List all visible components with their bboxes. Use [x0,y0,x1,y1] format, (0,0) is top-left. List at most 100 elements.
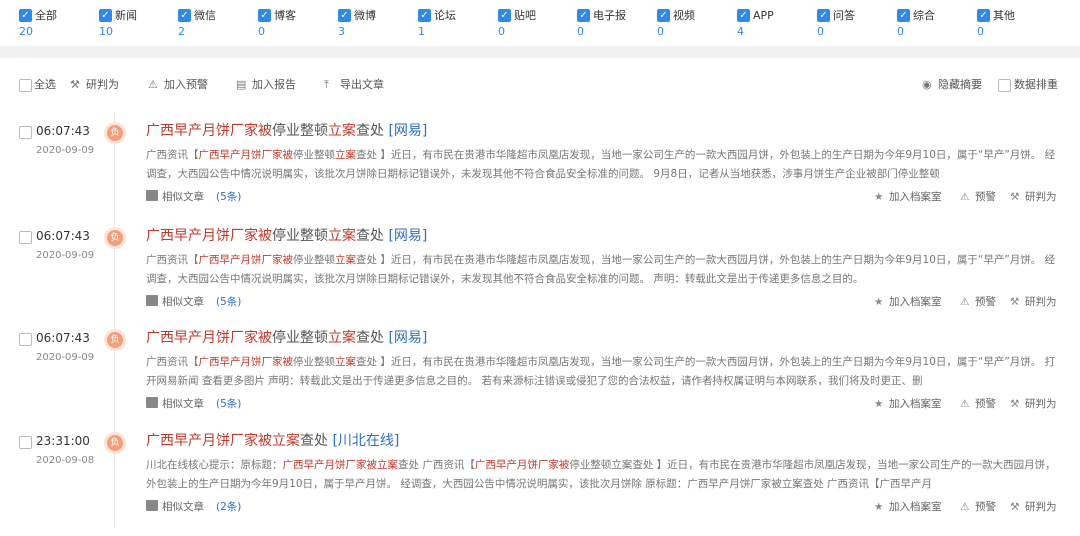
add-archive-label: 加入档案室 [889,191,942,203]
filter-tieba[interactable]: ✓ 贴吧 0 [498,8,578,38]
document-icon [146,190,158,201]
title-part: 广西早产月饼厂家被 [146,330,272,346]
judge-label: 研判为 [1025,501,1057,513]
warning-button[interactable]: ⚠ 预警 [960,396,996,411]
warning-button[interactable]: ⚠ 预警 [960,294,996,309]
checked-icon[interactable]: ✓ [498,9,511,22]
hide-summary-button[interactable]: ◉ 隐藏摘要 [922,78,982,92]
filter-count: 4 [737,25,744,38]
star-icon: ★ [874,501,884,513]
export-button[interactable]: ⤒ 导出文章 [324,78,384,92]
article-footer: 相似文章 (5条) ★ 加入档案室 ⚠ 预警 ⚒ 研判为 [146,396,1060,412]
summary-keyword: 立案 [335,254,356,266]
filter-epaper[interactable]: ✓ 电子报 0 [577,8,657,38]
similar-articles-link[interactable]: 相似文章 (5条) [146,396,241,411]
filter-blog[interactable]: ✓ 博客 0 [258,8,338,38]
article-date: 2020-09-08 [36,455,95,466]
filter-qa[interactable]: ✓ 问答 0 [817,8,897,38]
article-title-link[interactable]: 广西早产月饼厂家被停业整顿立案查处 [网易] [146,329,427,347]
title-part: 停业整顿 [272,228,328,244]
checked-icon[interactable]: ✓ [99,9,112,22]
filter-count: 1 [418,25,425,38]
title-part: 查处 [300,433,328,449]
title-part: 立案 [272,433,300,449]
article-title-link[interactable]: 广西早产月饼厂家被停业整顿立案查处 [网易] [146,122,427,140]
judge-button[interactable]: ⚒ 研判为 [1010,294,1057,309]
checked-icon[interactable]: ✓ [338,9,351,22]
star-icon: ★ [874,398,884,410]
upload-icon: ⤒ [324,78,329,91]
similar-count: (5条) [216,191,242,203]
filter-other[interactable]: ✓ 其他 0 [977,8,1057,38]
filter-label: 电子报 [593,9,626,22]
filter-news[interactable]: ✓ 新闻 10 [99,8,179,38]
filter-app[interactable]: ✓ APP 4 [737,8,817,38]
bulk-toolbar: 全选 ⚒ 研判为 ⚠ 加入预警 ▤ 加入报告 ⤒ 导出文章 ◉ 隐藏摘要 数据排重 [0,72,1080,100]
checked-icon[interactable]: ✓ [418,9,431,22]
checked-icon[interactable]: ✓ [817,9,830,22]
hammer-icon: ⚒ [70,78,80,91]
add-archive-button[interactable]: ★ 加入档案室 [874,294,942,309]
summary-part: 广西资讯【 [146,149,199,161]
checked-icon[interactable]: ✓ [657,9,670,22]
checked-icon[interactable]: ✓ [577,9,590,22]
similar-articles-link[interactable]: 相似文章 (5条) [146,294,241,309]
similar-count: (5条) [216,398,242,410]
checked-icon[interactable]: ✓ [737,9,750,22]
warning-button[interactable]: ⚠ 预警 [960,189,996,204]
data-sort-checkbox[interactable] [998,79,1011,92]
summary-keyword: 广西早产月饼厂家被 [198,356,294,368]
add-archive-button[interactable]: ★ 加入档案室 [874,189,942,204]
filter-label: 论坛 [434,9,456,22]
filter-label: 视频 [673,9,695,22]
summary-part: 查处 广西资讯【 [398,459,475,471]
judge-button[interactable]: ⚒ 研判为 [1010,499,1057,514]
article-time: 23:31:00 [36,434,90,448]
article-summary: 广西资讯【广西早产月饼厂家被停业整顿立案查处 】近日，有市民在贵港市华隆超市凤凰… [146,251,1060,289]
hammer-icon: ⚒ [1010,501,1020,513]
alarm-icon: ⚠ [960,398,970,410]
add-report-button[interactable]: ▤ 加入报告 [236,78,296,92]
add-archive-button[interactable]: ★ 加入档案室 [874,396,942,411]
article-title-link[interactable]: 广西早产月饼厂家被立案查处 [川北在线] [146,432,399,450]
filter-count: 0 [258,25,265,38]
hammer-icon: ⚒ [1010,191,1020,203]
checked-icon[interactable]: ✓ [178,9,191,22]
judge-button[interactable]: ⚒ 研判为 [1010,189,1057,204]
filter-all[interactable]: ✓ 全部 20 [19,8,99,38]
document-icon [146,500,158,511]
alarm-icon: ⚠ [960,296,970,308]
checked-icon[interactable]: ✓ [897,9,910,22]
filter-weibo[interactable]: ✓ 微博 3 [338,8,418,38]
select-all-checkbox[interactable] [19,79,32,92]
summary-keyword: 广西早产月饼厂家被 [198,254,294,266]
summary-keyword: 广西早产月饼厂家被立案 [282,459,399,471]
add-report-label: 加入报告 [252,78,296,91]
article-title-link[interactable]: 广西早产月饼厂家被停业整顿立案查处 [网易] [146,227,427,245]
article-checkbox[interactable] [19,333,32,346]
report-icon: ▤ [236,78,247,91]
article-checkbox[interactable] [19,231,32,244]
article-checkbox[interactable] [19,126,32,139]
add-archive-button[interactable]: ★ 加入档案室 [874,499,942,514]
filter-wechat[interactable]: ✓ 微信 2 [178,8,258,38]
judge-button[interactable]: ⚒ 研判为 [70,78,119,92]
checked-icon[interactable]: ✓ [19,9,32,22]
filter-general[interactable]: ✓ 综合 0 [897,8,977,38]
checked-icon[interactable]: ✓ [258,9,271,22]
filter-count: 20 [19,25,33,38]
add-warning-button[interactable]: ⚠ 加入预警 [148,78,208,92]
source-filter-bar: ✓ 全部 20 ✓ 新闻 10 ✓ 微信 2 ✓ 博客 0 ✓ 微博 3 ✓ 论… [0,0,1080,44]
title-part: 立案 [328,123,356,139]
filter-forum[interactable]: ✓ 论坛 1 [418,8,498,38]
article-item: 06:07:43 2020-09-09 负 广西早产月饼厂家被停业整顿立案查处 … [0,121,1080,226]
article-source: [川北在线] [332,433,400,449]
judge-button[interactable]: ⚒ 研判为 [1010,396,1057,411]
filter-video[interactable]: ✓ 视频 0 [657,8,737,38]
similar-articles-link[interactable]: 相似文章 (5条) [146,189,241,204]
warning-button[interactable]: ⚠ 预警 [960,499,996,514]
similar-articles-link[interactable]: 相似文章 (2条) [146,499,241,514]
summary-part: 广西资讯【 [146,254,199,266]
checked-icon[interactable]: ✓ [977,9,990,22]
article-checkbox[interactable] [19,436,32,449]
